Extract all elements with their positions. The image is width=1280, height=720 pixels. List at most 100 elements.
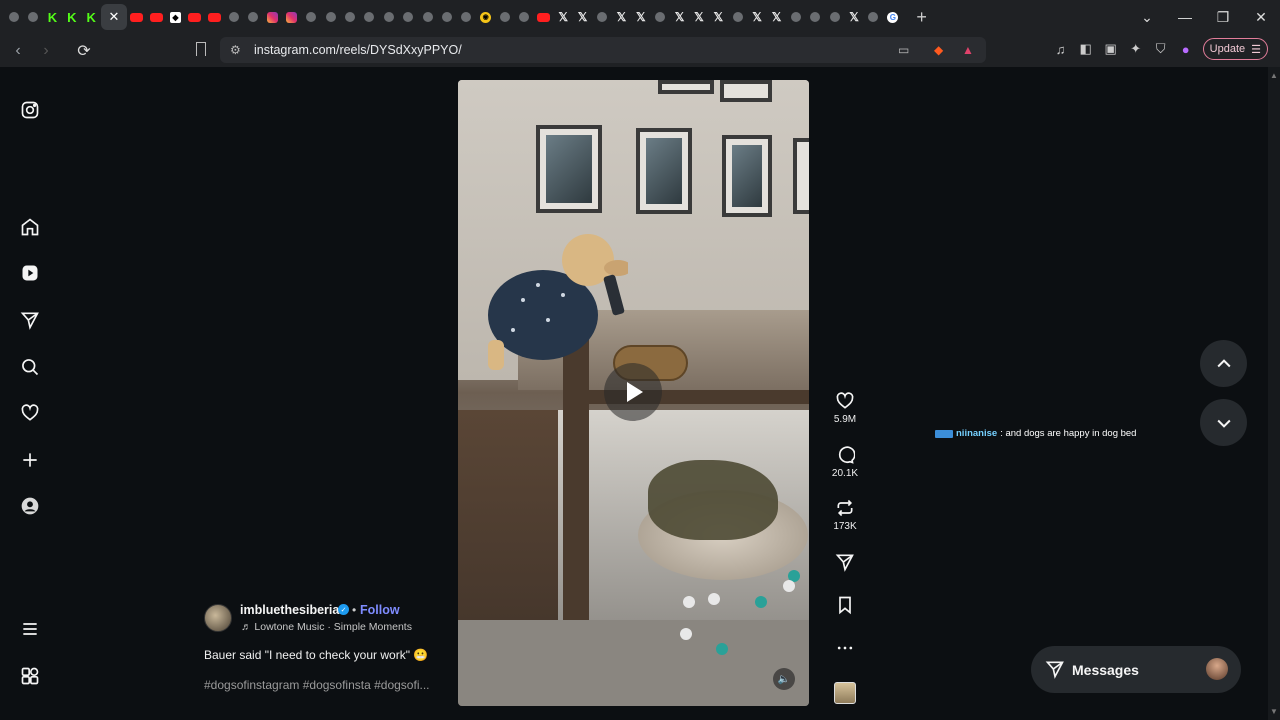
- also-from-meta-icon[interactable]: [20, 666, 40, 686]
- share-send-icon[interactable]: [835, 552, 855, 572]
- browser-tab[interactable]: [457, 4, 476, 30]
- browser-tab[interactable]: [263, 4, 282, 30]
- browser-tab[interactable]: [864, 4, 883, 30]
- active-tab[interactable]: ✕: [100, 4, 127, 30]
- home-icon[interactable]: [20, 217, 40, 237]
- browser-tab[interactable]: ◆: [166, 4, 185, 30]
- browser-tab[interactable]: 𝕏: [612, 4, 631, 30]
- browser-tab[interactable]: [379, 4, 398, 30]
- wallet-icon[interactable]: ▣: [1103, 41, 1119, 57]
- browser-tab[interactable]: [340, 4, 359, 30]
- browser-tab[interactable]: 𝕏: [844, 4, 863, 30]
- browser-tab[interactable]: G: [883, 4, 902, 30]
- browser-tab[interactable]: [592, 4, 611, 30]
- repost-action[interactable]: 173K: [830, 498, 860, 532]
- original-audio-thumbnail[interactable]: [834, 682, 856, 704]
- browser-tab[interactable]: 𝕏: [689, 4, 708, 30]
- messages-button[interactable]: Messages: [1031, 646, 1241, 693]
- share-action[interactable]: [830, 552, 860, 572]
- save-action[interactable]: [830, 595, 860, 615]
- forward-icon[interactable]: ›: [34, 39, 58, 63]
- close-window-icon[interactable]: ✕: [1242, 9, 1280, 26]
- back-icon[interactable]: ‹: [6, 39, 30, 63]
- comment-action[interactable]: 20.1K: [830, 445, 860, 479]
- browser-tab[interactable]: [651, 4, 670, 30]
- browser-tab[interactable]: [786, 4, 805, 30]
- more-menu-icon[interactable]: [20, 619, 40, 639]
- play-button[interactable]: [604, 363, 662, 421]
- browser-tab[interactable]: [282, 4, 301, 30]
- author-username[interactable]: imbluethesiberian: [240, 603, 347, 617]
- restore-icon[interactable]: ❐: [1204, 9, 1242, 26]
- browser-tab[interactable]: 𝕏: [554, 4, 573, 30]
- browser-tab[interactable]: 𝕏: [709, 4, 728, 30]
- browser-tab[interactable]: 𝕏: [767, 4, 786, 30]
- browser-tab[interactable]: K: [82, 4, 101, 30]
- browser-tab[interactable]: [418, 4, 437, 30]
- browser-tab[interactable]: [515, 4, 534, 30]
- browser-tab[interactable]: [437, 4, 456, 30]
- notifications-heart-icon[interactable]: [20, 403, 40, 423]
- browser-tab[interactable]: [205, 4, 224, 30]
- browser-tab[interactable]: [224, 4, 243, 30]
- search-icon[interactable]: [20, 357, 40, 377]
- browser-tab[interactable]: [321, 4, 340, 30]
- reels-icon[interactable]: [20, 263, 40, 283]
- author-avatar[interactable]: [204, 604, 232, 632]
- browser-tab[interactable]: [728, 4, 747, 30]
- extension-icon[interactable]: ●: [1178, 41, 1194, 57]
- profile-avatar-icon[interactable]: [20, 496, 40, 516]
- browser-tab[interactable]: ◉: [476, 4, 495, 30]
- browser-tab[interactable]: [185, 4, 204, 30]
- messages-icon[interactable]: [20, 310, 40, 330]
- reel-video[interactable]: 🔈: [458, 80, 809, 706]
- browser-tab[interactable]: 𝕏: [631, 4, 650, 30]
- previous-reel-button[interactable]: [1200, 340, 1247, 387]
- audio-track-link[interactable]: ♬ Lowtone Music · Simple Moments: [241, 621, 412, 633]
- browser-tab[interactable]: [495, 4, 514, 30]
- browser-tab[interactable]: 𝕏: [573, 4, 592, 30]
- cast-icon[interactable]: ▭: [898, 43, 909, 57]
- browser-tab[interactable]: 𝕏: [670, 4, 689, 30]
- vpn-icon[interactable]: ⛉: [1153, 41, 1169, 57]
- browser-tab[interactable]: K: [62, 4, 81, 30]
- brave-rewards-icon[interactable]: ▲: [962, 43, 974, 57]
- like-heart-icon[interactable]: [835, 391, 855, 411]
- create-plus-icon[interactable]: [20, 450, 40, 470]
- sidebar-toggle-icon[interactable]: ◧: [1078, 41, 1094, 57]
- minimize-icon[interactable]: —: [1166, 9, 1204, 25]
- brave-shield-icon[interactable]: ◆: [934, 43, 943, 57]
- reload-icon[interactable]: ⟳: [72, 39, 96, 63]
- scroll-down-arrow-icon[interactable]: ▼: [1270, 707, 1278, 716]
- post-hashtags[interactable]: #dogsofinstagram #dogsofinsta #dogsofi..…: [204, 678, 429, 692]
- browser-tab[interactable]: [825, 4, 844, 30]
- like-action[interactable]: 5.9M: [830, 391, 860, 425]
- browser-tab[interactable]: [360, 4, 379, 30]
- comment-icon[interactable]: [835, 445, 855, 465]
- browser-tab[interactable]: [127, 4, 146, 30]
- instagram-logo-icon[interactable]: [20, 100, 40, 120]
- site-info-icon[interactable]: ⚙: [230, 43, 241, 57]
- browser-tab[interactable]: [534, 4, 553, 30]
- repost-icon[interactable]: [835, 498, 855, 518]
- save-bookmark-icon[interactable]: [835, 595, 855, 615]
- close-tab-icon[interactable]: ✕: [109, 9, 120, 25]
- url-text[interactable]: instagram.com/reels/DYSdXxyPPYO/: [254, 43, 462, 57]
- browser-tab[interactable]: [398, 4, 417, 30]
- follow-button[interactable]: Follow: [360, 603, 400, 617]
- tab-search-icon[interactable]: ⌄: [1128, 9, 1166, 26]
- update-button[interactable]: Update ☰: [1202, 38, 1268, 60]
- scroll-up-arrow-icon[interactable]: ▲: [1270, 71, 1278, 80]
- browser-tab[interactable]: K: [43, 4, 62, 30]
- leo-ai-icon[interactable]: ✦: [1128, 41, 1144, 57]
- browser-tab[interactable]: [4, 4, 23, 30]
- mute-toggle-icon[interactable]: 🔈: [773, 668, 795, 690]
- media-icon[interactable]: ♫: [1053, 41, 1069, 57]
- more-options-icon[interactable]: [835, 638, 855, 658]
- new-tab-icon[interactable]: +: [909, 7, 935, 28]
- browser-tab[interactable]: [146, 4, 165, 30]
- page-scrollbar[interactable]: ▲ ▼: [1268, 67, 1280, 720]
- address-bar[interactable]: ⚙ instagram.com/reels/DYSdXxyPPYO/ ▭ ◆ ▲: [220, 37, 986, 63]
- browser-tab[interactable]: [806, 4, 825, 30]
- more-options-action[interactable]: [830, 638, 860, 658]
